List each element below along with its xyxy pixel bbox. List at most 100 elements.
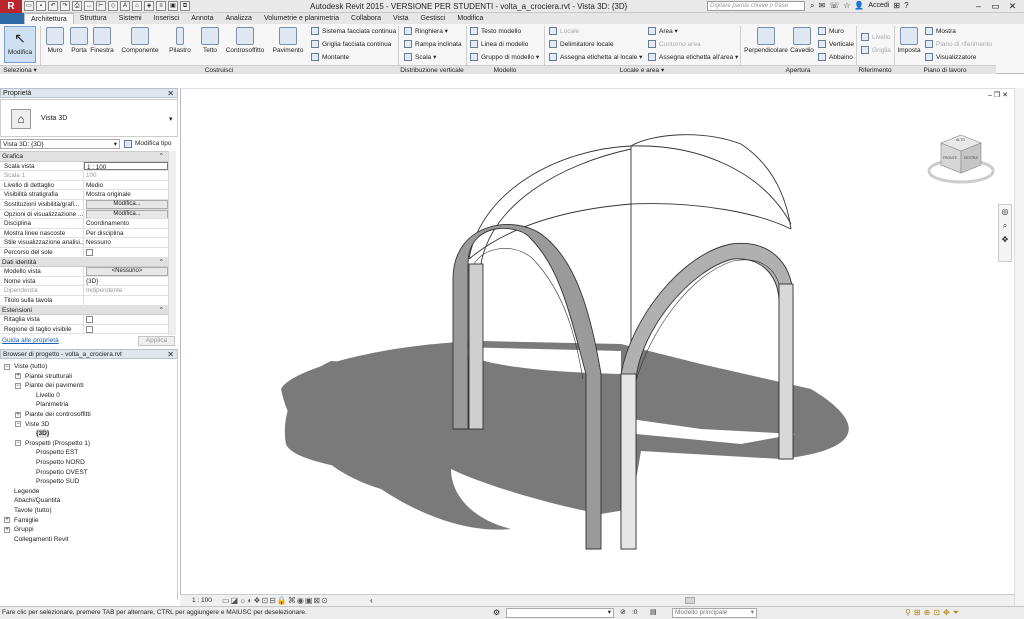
tree-item[interactable]: Prospetto OVEST (36, 468, 88, 477)
tree-toggle-icon[interactable]: − (15, 421, 21, 428)
property-value[interactable]: Medio (84, 181, 168, 190)
scroll-left-icon[interactable]: ‹ (370, 596, 373, 605)
floor-button[interactable]: Pavimento (270, 27, 306, 54)
save-icon[interactable]: ▪ (36, 1, 46, 11)
mullion-button[interactable]: Montante (311, 53, 349, 61)
tree-item[interactable]: {3D} (36, 429, 50, 439)
select-pinned-icon[interactable]: ⊕ (924, 608, 934, 617)
properties-section-header[interactable]: Grafica ⌃ (0, 152, 168, 162)
instance-filter-select[interactable]: Vista 3D: {3D} ▾ (0, 139, 120, 149)
viewcube[interactable]: ALTO FRONTE DESTRA (926, 127, 996, 187)
tree-toggle-icon[interactable]: + (4, 526, 10, 533)
zoom-icon[interactable]: ⌕ (999, 219, 1011, 233)
tree-item[interactable]: Gruppi (14, 525, 34, 534)
close-icon[interactable]: ✕ (1002, 92, 1010, 99)
search-input[interactable]: Digitare parola chiave o frase (707, 1, 805, 11)
dimension-icon[interactable]: ⊢ (96, 1, 106, 11)
tree-item[interactable]: Prospetto NORD (36, 458, 85, 467)
horizontal-scroll-thumb[interactable] (685, 597, 695, 604)
tree-item[interactable]: Piante dei controsoffitti (25, 410, 91, 419)
properties-section-header[interactable]: Dati identità ⌃ (0, 257, 168, 268)
property-checkbox[interactable] (86, 325, 93, 333)
property-checkbox[interactable] (86, 248, 93, 256)
show-crop-icon[interactable]: ⊟ (269, 596, 277, 605)
door-button[interactable]: Porta (68, 27, 90, 54)
tab-gestisci[interactable]: Gestisci (414, 13, 451, 24)
tab-sistemi[interactable]: Sistemi (113, 13, 148, 24)
property-value[interactable]: 1 : 100 (84, 161, 168, 171)
curtain-system-button[interactable]: Sistema facciata continua (311, 27, 396, 35)
maximize-icon[interactable]: ▭ (987, 0, 1004, 12)
binoculars-icon[interactable]: ⌕ (810, 1, 814, 11)
select-panel-label[interactable]: Seleziona ▾ (0, 65, 40, 74)
set-work-plane-button[interactable]: Imposta (897, 27, 921, 54)
design-options-icon[interactable]: ▤ (650, 607, 657, 619)
tree-item[interactable]: Prospetti (Prospetto 1) (25, 439, 90, 448)
tree-toggle-icon[interactable]: − (15, 382, 21, 389)
favorites-icon[interactable]: ☆ (843, 1, 850, 11)
tab-modifica[interactable]: Modifica (451, 13, 489, 24)
stair-button[interactable]: Scala ▾ (404, 53, 436, 61)
curtain-grid-button[interactable]: Griglia facciata continua (311, 40, 391, 48)
property-value[interactable]: Nessuno (84, 238, 168, 247)
property-edit-button[interactable]: Modifica... (86, 199, 168, 209)
properties-scrollbar[interactable] (168, 151, 176, 335)
tab-collabora[interactable]: Collabora (345, 13, 387, 24)
reveal-hidden-icon[interactable]: ◉ (297, 596, 305, 605)
property-checkbox[interactable] (86, 316, 93, 324)
tree-item[interactable]: Piante dei pavimenti (25, 381, 84, 390)
minimize-icon[interactable]: – (970, 0, 987, 12)
type-selector[interactable]: ⌂ Vista 3D ▾ (0, 99, 178, 137)
tree-toggle-icon[interactable]: + (15, 373, 21, 380)
drag-elements-icon[interactable]: ✥ (943, 608, 953, 617)
restore-icon[interactable]: ❐ (994, 92, 1002, 99)
viewer-button[interactable]: Visualizzatore (925, 53, 976, 61)
tag-room-button[interactable]: Assegna etichetta al locale ▾ (549, 53, 642, 61)
measure-icon[interactable]: ↔ (84, 1, 94, 11)
visual-style-icon[interactable]: ◪ (231, 596, 240, 605)
thin-lines-icon[interactable]: ≡ (156, 1, 166, 11)
tab-vista[interactable]: Vista (387, 13, 414, 24)
tree-item[interactable]: Piante strutturali (25, 372, 72, 381)
tree-item[interactable]: Planimetria (36, 400, 69, 409)
property-value[interactable]: Per disciplina (84, 229, 168, 238)
collapse-icon[interactable]: ⌃ (159, 258, 164, 267)
roof-button[interactable]: Tetto (198, 27, 222, 54)
tab-inserisci[interactable]: Inserisci (148, 13, 186, 24)
tree-item[interactable]: Viste 3D (25, 420, 49, 429)
hide-isolate-icon[interactable]: ⌘ (288, 596, 297, 605)
navigation-bar[interactable]: ◎ ⌕ ✥ (998, 204, 1012, 262)
column-button[interactable]: Pilastro (166, 27, 194, 54)
editable-only-icon[interactable]: ⊘ (620, 607, 626, 619)
close-icon[interactable]: ✕ (1004, 0, 1021, 12)
view-scale[interactable]: 1 : 100 (192, 597, 212, 604)
exchange-icon[interactable]: ⊞ (893, 1, 900, 11)
user-icon[interactable]: 👤 (854, 1, 864, 11)
select-underlay-icon[interactable]: ⊞ (914, 608, 924, 617)
revit-logo-button[interactable]: R (0, 0, 22, 13)
filter-icon[interactable]: ⏷ (953, 608, 962, 617)
subscription-icon[interactable]: ✉ (818, 1, 825, 11)
shaft-button[interactable]: Cavedio (790, 27, 814, 54)
property-value[interactable]: Coordinamento (84, 219, 168, 228)
collapse-icon[interactable]: ⌃ (159, 152, 164, 161)
tree-item[interactable]: Famiglie (14, 516, 39, 525)
tab-architettura[interactable]: Architettura (24, 13, 74, 24)
wall-button[interactable]: Muro (44, 27, 66, 54)
model-line-button[interactable]: Linea di modello (470, 40, 528, 48)
ref-plane-button[interactable]: Piano di riferimento (925, 40, 992, 48)
3d-view-icon[interactable]: ⌂ (132, 1, 142, 11)
steering-wheel-icon[interactable]: ◎ (999, 205, 1011, 219)
tag-icon[interactable]: ◇ (108, 1, 118, 11)
area-boundary-button[interactable]: Contorno area (648, 40, 701, 48)
grid-button[interactable]: Griglia (861, 46, 891, 54)
pan-icon[interactable]: ✥ (999, 233, 1011, 247)
select-links-icon[interactable]: ⚲ (905, 608, 914, 617)
section-icon[interactable]: ◈ (144, 1, 154, 11)
highlight-icon[interactable]: ⊙ (321, 596, 329, 605)
tab-annota[interactable]: Annota (185, 13, 219, 24)
tree-item[interactable]: Livello 0 (36, 391, 60, 400)
dormer-button[interactable]: Abbaino (818, 53, 853, 61)
room-button[interactable]: Locale (549, 27, 579, 35)
edit-type-button[interactable]: Modifica tipo (124, 139, 172, 149)
